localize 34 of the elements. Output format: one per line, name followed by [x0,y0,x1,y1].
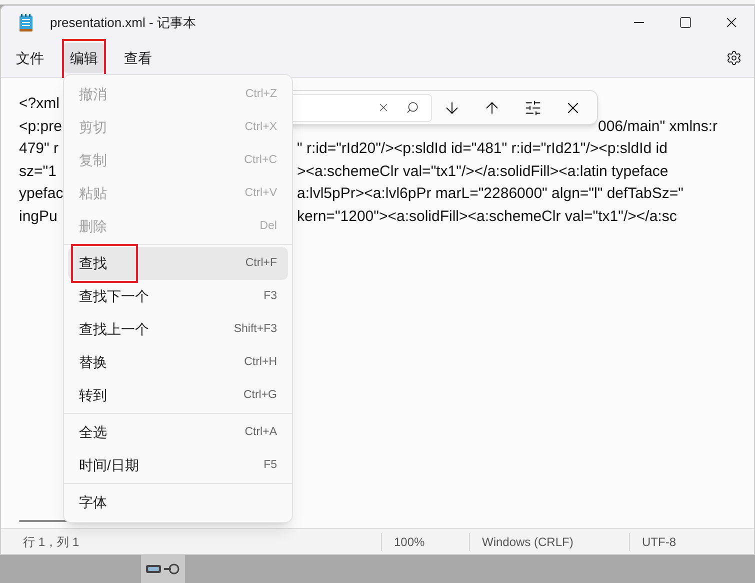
line-ending: Windows (CRLF) [482,534,574,548]
minimize-icon [634,22,644,23]
maximize-icon [678,16,692,29]
code-text: ingPu [19,206,58,226]
clear-icon[interactable] [377,101,390,114]
tray-icons-drawing[interactable] [145,563,181,575]
code-text: sz="1 [19,162,58,182]
zoom-level: 100% [394,534,425,548]
settings-icon[interactable] [726,50,742,66]
code-text: 006/main" xmlns:r [598,116,718,136]
code-text: " r:id="rId20"/><p:sldId id="481" r:id="rId21"/><p:sldId id [297,139,668,159]
menu-item[interactable]: 字体 [68,486,288,519]
search-icon[interactable] [406,101,419,114]
code-text: ypefac [19,184,64,204]
code-text: <?xml [19,94,60,114]
menu-item[interactable]: 时间/日期 F5 [68,449,288,482]
menu-bar-item[interactable]: 文件 [8,43,52,73]
menu-item[interactable]: 替换 Ctrl+H [68,346,288,379]
code-text: ><a:schemeClr val="tx1"/></a:solidFill><a:latin typeface [297,162,668,182]
menu-bar-item[interactable]: 查看 [116,43,160,73]
code-text: a:lvl5pPr><a:lvl6pPr marL="2286000" algn="l" defTabSz=" [297,184,684,204]
code-text: kern="1200"><a:solidFill><a:schemeClr val="tx1"/></a:sc [297,206,677,226]
code-text: <p:pre [19,116,63,136]
menu-item[interactable]: 全选 Ctrl+A [68,416,288,449]
menu-item[interactable]: 查找 Ctrl+F [68,247,288,280]
notepad-icon [19,14,33,32]
menu-item[interactable]: 查找下一个 F3 [68,280,288,313]
cursor-position: 行 1，列 1 [23,534,80,548]
options-icon[interactable] [524,98,542,116]
code-text: 479" r [19,139,60,159]
menu-item[interactable]: 转到 Ctrl+G [68,379,288,412]
menu-item[interactable]: 查找上一个 Shift+F3 [68,313,288,346]
encoding: UTF-8 [642,534,676,548]
window-title: presentation.xml - 记事本 [50,14,196,32]
